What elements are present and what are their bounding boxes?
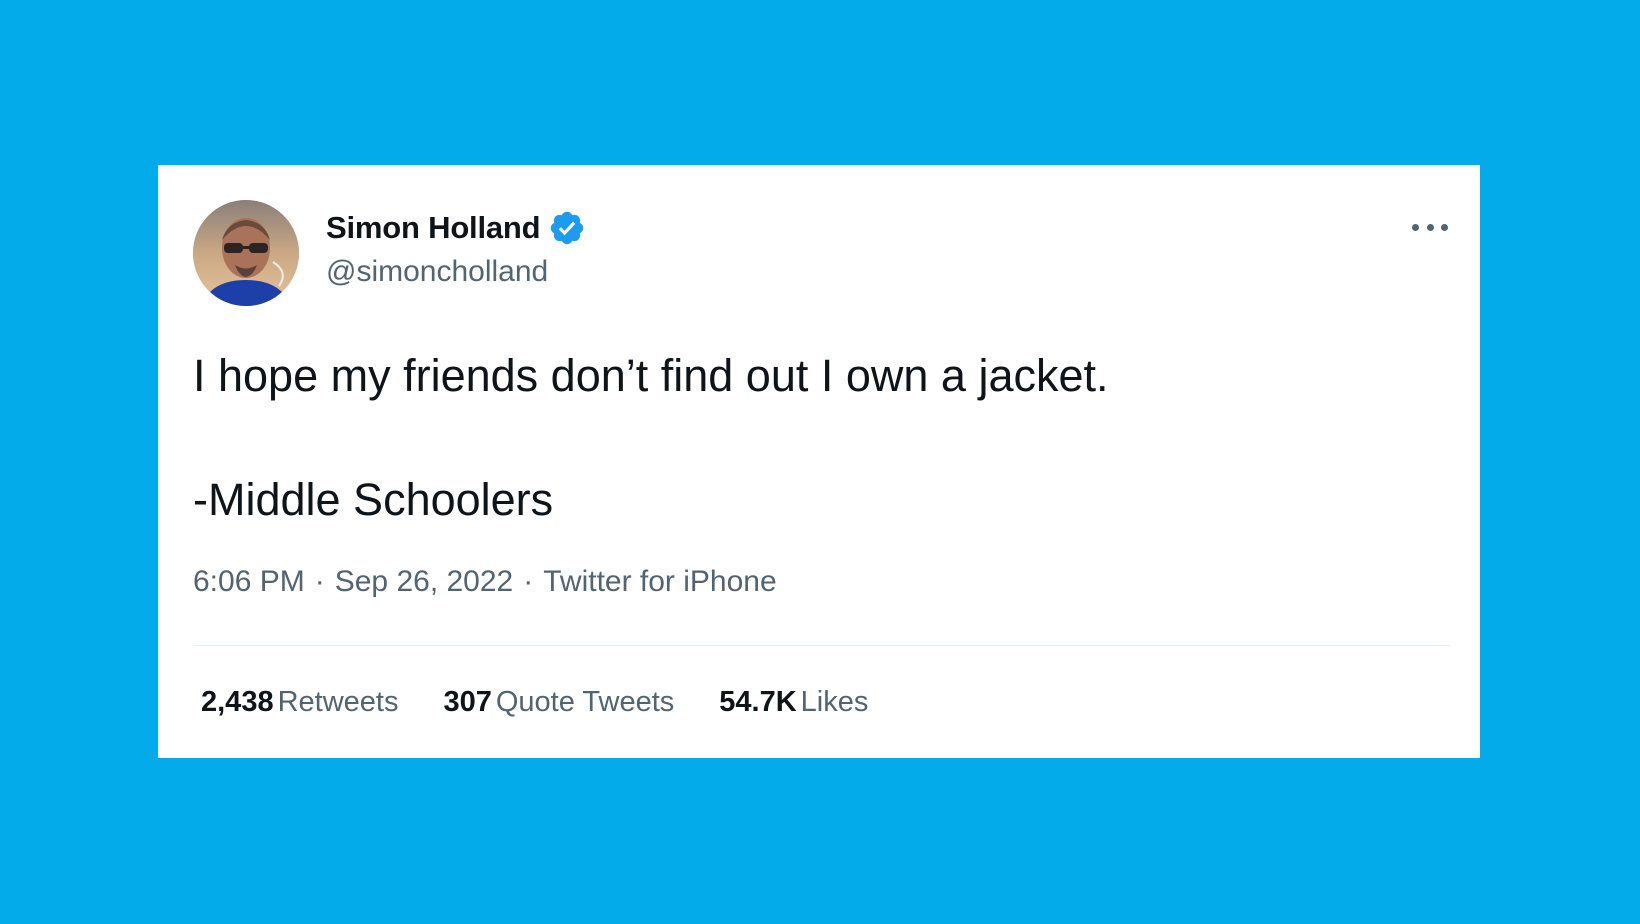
more-dot (1441, 223, 1448, 231)
stat-label: Retweets (277, 686, 399, 718)
author-name-row: Simon Holland (326, 209, 586, 247)
stat-likes[interactable]: 54.7K Likes (719, 686, 868, 719)
more-horizontal-icon[interactable] (1412, 217, 1448, 237)
tweet-source[interactable]: Twitter for iPhone (543, 565, 776, 599)
stat-count: 307 (443, 686, 492, 718)
verified-badge-icon (548, 209, 586, 247)
author-handle[interactable]: @simoncholland (326, 255, 548, 289)
divider (193, 645, 1450, 646)
more-dot (1412, 223, 1419, 231)
tweet-time[interactable]: 6:06 PM (193, 565, 305, 599)
stat-label: Likes (800, 686, 869, 718)
more-dot (1426, 223, 1434, 231)
stat-count: 2,438 (201, 686, 274, 718)
tweet-card: Simon Holland @simoncholland I hope my f… (158, 165, 1480, 758)
stat-retweets[interactable]: 2,438 Retweets (201, 686, 398, 719)
tweet-text-line: -Middle Schoolers (193, 474, 554, 525)
stat-count: 54.7K (719, 686, 797, 718)
tweet-text: I hope my friends don’t find out I own a… (193, 345, 1443, 531)
avatar-image (193, 200, 299, 306)
meta-separator: · (523, 565, 534, 598)
tweet-stats: 2,438 Retweets 307 Quote Tweets 54.7K Likes (201, 686, 868, 719)
author-avatar[interactable] (193, 200, 299, 306)
tweet-text-line: I hope my friends don’t find out I own a… (193, 350, 1109, 401)
stat-label: Quote Tweets (495, 686, 675, 718)
stat-quote-tweets[interactable]: 307 Quote Tweets (443, 686, 674, 719)
tweet-meta: 6:06 PM · Sep 26, 2022 · Twitter for iPh… (193, 565, 777, 599)
tweet-date[interactable]: Sep 26, 2022 (335, 565, 514, 599)
meta-separator: · (314, 565, 325, 598)
author-display-name[interactable]: Simon Holland (326, 210, 541, 246)
